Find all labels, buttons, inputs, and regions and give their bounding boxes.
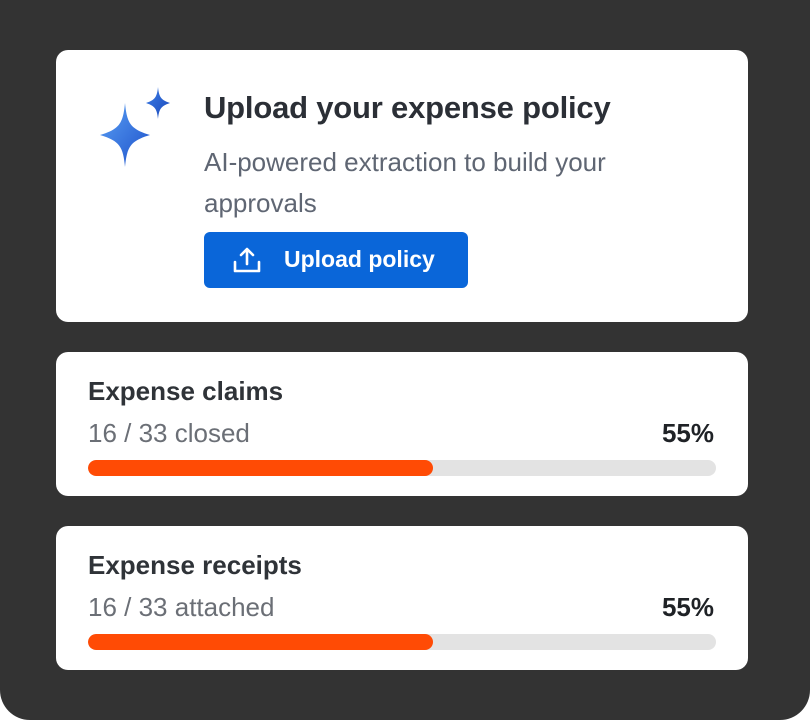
sparkle-icon — [100, 87, 170, 167]
background-frame: Upload your expense policy AI-powered ex… — [0, 0, 810, 720]
stat-percent: 55% — [661, 418, 714, 448]
progress-bar — [88, 634, 716, 650]
stat-percent: 55% — [661, 592, 714, 622]
progress-fill — [88, 634, 434, 650]
progress-bar — [88, 460, 716, 476]
progress-fill — [88, 460, 434, 476]
policy-description: AI-powered extraction to build your appr… — [204, 147, 606, 218]
expense-receipts-card: Expense receipts 16 / 33 attached 55% — [56, 526, 748, 670]
stat-title: Expense claims — [88, 376, 284, 406]
upload-policy-label: Upload policy — [284, 246, 435, 272]
policy-title: Upload your expense policy — [204, 90, 611, 125]
stat-subtitle: 16 / 33 closed — [88, 418, 250, 448]
stat-subtitle: 16 / 33 attached — [88, 592, 275, 622]
expense-claims-card: Expense claims 16 / 33 closed 55% — [56, 352, 748, 496]
upload-icon — [233, 247, 261, 273]
upload-policy-button[interactable]: Upload policy — [204, 232, 468, 288]
stat-title: Expense receipts — [88, 550, 302, 580]
